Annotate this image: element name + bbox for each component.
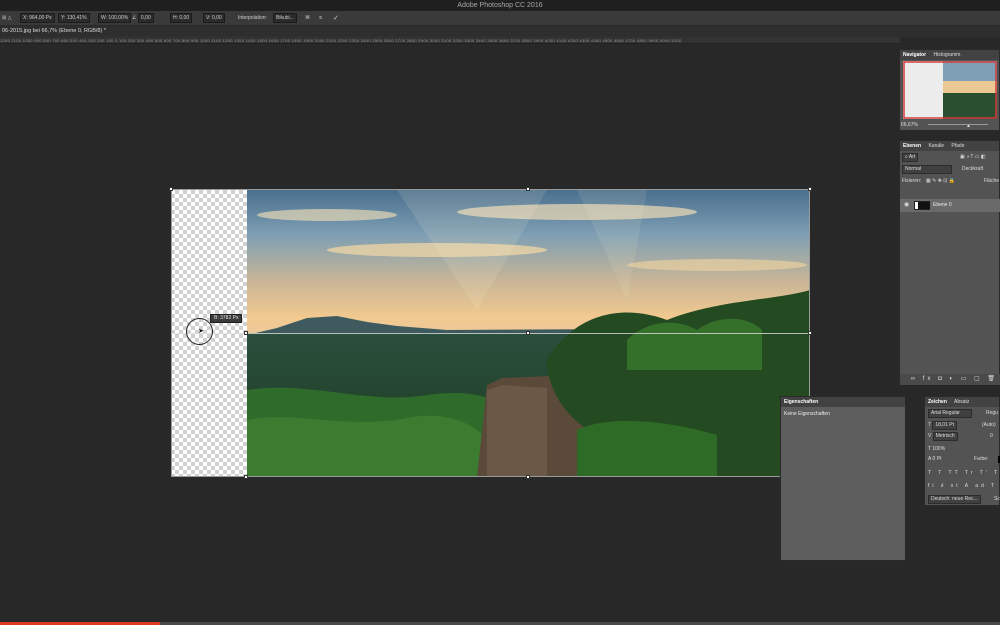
tab-properties[interactable]: Eigenschaften: [784, 399, 818, 405]
navigator-zoom-row: 66,67% ▲: [900, 120, 1000, 130]
properties-empty-text: Keine Eigenschaften: [784, 411, 830, 417]
font-size-field[interactable]: 18,01 Pt: [932, 421, 957, 430]
width-tooltip: B: 3782 Px: [210, 314, 243, 323]
kerning-row: V Metrisch 0: [928, 432, 999, 441]
transform-handle-top-left[interactable]: [169, 187, 173, 191]
layer-filter-icons[interactable]: ▣ ◑ T ▭ ◧: [960, 153, 986, 162]
horizontal-skew-field[interactable]: H: 0,00: [170, 11, 193, 26]
properties-body: Keine Eigenschaften: [781, 407, 905, 560]
transform-handle-middle-right[interactable]: [808, 331, 812, 335]
size-row: T 18,01 Pt (Auto): [928, 421, 999, 430]
tab-paths[interactable]: Pfade: [951, 143, 964, 149]
vertical-skew-field[interactable]: V: 0,00: [203, 11, 225, 26]
font-row: Arial Regular Regu: [928, 409, 999, 418]
baseline-field[interactable]: 0 Pt: [932, 456, 941, 462]
lock-label: Fixieren:: [902, 178, 922, 184]
antialias-select[interactable]: Sc: [994, 495, 1000, 504]
layer-name[interactable]: Ebene 0: [933, 199, 952, 212]
transform-options-bar: ⊞ △ X: 964,00 Px Y: 130,41% W: 100,00% ∠…: [0, 11, 1000, 26]
navigator-thumbnail[interactable]: [903, 61, 997, 119]
baseline-icon: A: [928, 456, 932, 462]
lock-icons[interactable]: ▦ ✎ ✥ ⊡ 🔒: [926, 177, 955, 186]
transform-handle-top-center[interactable]: [526, 187, 530, 191]
properties-panel: Eigenschaften Keine Eigenschaften: [780, 396, 906, 561]
language-select[interactable]: Deutsch: neue Rec...: [928, 495, 981, 504]
transform-handle-bottom-left[interactable]: [244, 475, 248, 479]
layer-kind-select[interactable]: ⌕ Art: [902, 153, 919, 162]
color-label: Farbe:: [974, 456, 989, 462]
interpolation-label: Interpolation:: [238, 15, 267, 21]
navigator-zoom-value[interactable]: 66,67%: [901, 122, 918, 128]
fill-label: Fläche: [984, 178, 1000, 184]
reference-point-icon[interactable]: ⊞ △: [2, 11, 11, 26]
character-tabs: Zeichen Absatz: [925, 397, 999, 407]
tracking-field[interactable]: 0: [990, 432, 993, 441]
vertical-scale-field[interactable]: 100%: [932, 446, 945, 452]
cancel-transform-icon[interactable]: ⦸: [319, 11, 322, 26]
kerning-field[interactable]: Metrisch: [932, 432, 958, 441]
zoom-slider-thumb[interactable]: ▲: [966, 121, 971, 131]
eye-icon[interactable]: ◉: [904, 202, 910, 208]
language-row: Deutsch: neue Rec... Sc: [928, 495, 1000, 504]
y-position-field[interactable]: Y: 130,41%: [58, 11, 90, 26]
horizontal-ruler: 1200 1100 1000 900 800 700 600 500 400 3…: [0, 37, 900, 44]
scale-row: T 100%: [928, 445, 999, 454]
mouse-pointer-icon: ➤: [198, 328, 204, 335]
baseline-row: A 0 Pt Farbe:: [928, 455, 1000, 464]
navigator-preview: [903, 61, 997, 119]
warp-icon[interactable]: ⌘: [305, 11, 310, 26]
tab-histogram[interactable]: Histogramm: [933, 52, 960, 58]
tab-layers[interactable]: Ebenen: [903, 143, 921, 149]
opentype-buttons[interactable]: fi ∂ st A ad T 1st ½: [928, 482, 1000, 491]
tab-character[interactable]: Zeichen: [928, 399, 947, 405]
font-style-select[interactable]: Regu: [986, 409, 998, 418]
kerning-icon: V: [928, 433, 932, 439]
type-style-buttons[interactable]: T T TT Tr T' T, T T: [928, 469, 1000, 478]
font-size-icon: T: [928, 422, 931, 428]
layers-tabs: Ebenen Kanäle Pfade: [900, 141, 999, 151]
tab-paragraph[interactable]: Absatz: [954, 399, 969, 405]
document-tab[interactable]: 06-2015.jpg bei 66,7% (Ebene 0, RGB/8) *: [0, 26, 1000, 37]
transform-handle-middle-left[interactable]: [244, 331, 248, 335]
layer-filter-row: ⌕ Art ▣ ◑ T ▭ ◧: [902, 153, 999, 162]
zoom-slider-track[interactable]: [928, 124, 988, 125]
layer-thumbnail: [914, 201, 930, 210]
width-field[interactable]: W: 100,00%: [98, 11, 132, 26]
interpolation-select[interactable]: Bikubi...: [273, 11, 297, 26]
navigator-tabs: Navigator Histogramm: [900, 50, 999, 60]
blend-row: Normal Deckkraft: [902, 165, 999, 174]
properties-tabbar: Eigenschaften: [781, 397, 905, 407]
transform-center-line: [171, 333, 810, 334]
vertical-scale-icon: T: [928, 446, 931, 452]
transform-handle-bottom-center[interactable]: [526, 475, 530, 479]
layers-footer-icons[interactable]: ∞ fx ◘ ◐ ▭ ▢ 🗑: [900, 374, 1000, 385]
x-position-field[interactable]: X: 964,00 Px: [20, 11, 55, 26]
transform-center-point[interactable]: [526, 331, 530, 335]
window-title: Adobe Photoshop CC 2016: [457, 2, 543, 9]
window-title-bar: Adobe Photoshop CC 2016: [0, 0, 1000, 11]
tab-navigator[interactable]: Navigator: [903, 52, 926, 58]
tab-channels[interactable]: Kanäle: [928, 143, 944, 149]
opacity-label: Deckkraft: [962, 166, 984, 172]
lock-row: Fixieren: ▦ ✎ ✥ ⊡ 🔒 Fläche: [902, 177, 999, 186]
layer-row-ebene-0[interactable]: ◉ Ebene 0: [900, 199, 1000, 212]
navigator-panel: Navigator Histogramm 66,67% ▲: [899, 49, 1000, 131]
leading-field[interactable]: (Auto): [982, 421, 996, 430]
character-panel: Zeichen Absatz Arial Regular Regu T 18,0…: [924, 396, 1000, 506]
font-family-select[interactable]: Arial Regular: [928, 409, 972, 418]
rotate-angle-field[interactable]: ∠ 0,00: [132, 11, 154, 26]
commit-transform-icon[interactable]: ✓: [333, 11, 339, 26]
transform-handle-top-right[interactable]: [808, 187, 812, 191]
blend-mode-select[interactable]: Normal: [902, 165, 952, 174]
layers-panel: Ebenen Kanäle Pfade ⌕ Art ▣ ◑ T ▭ ◧ Norm…: [899, 140, 1000, 385]
